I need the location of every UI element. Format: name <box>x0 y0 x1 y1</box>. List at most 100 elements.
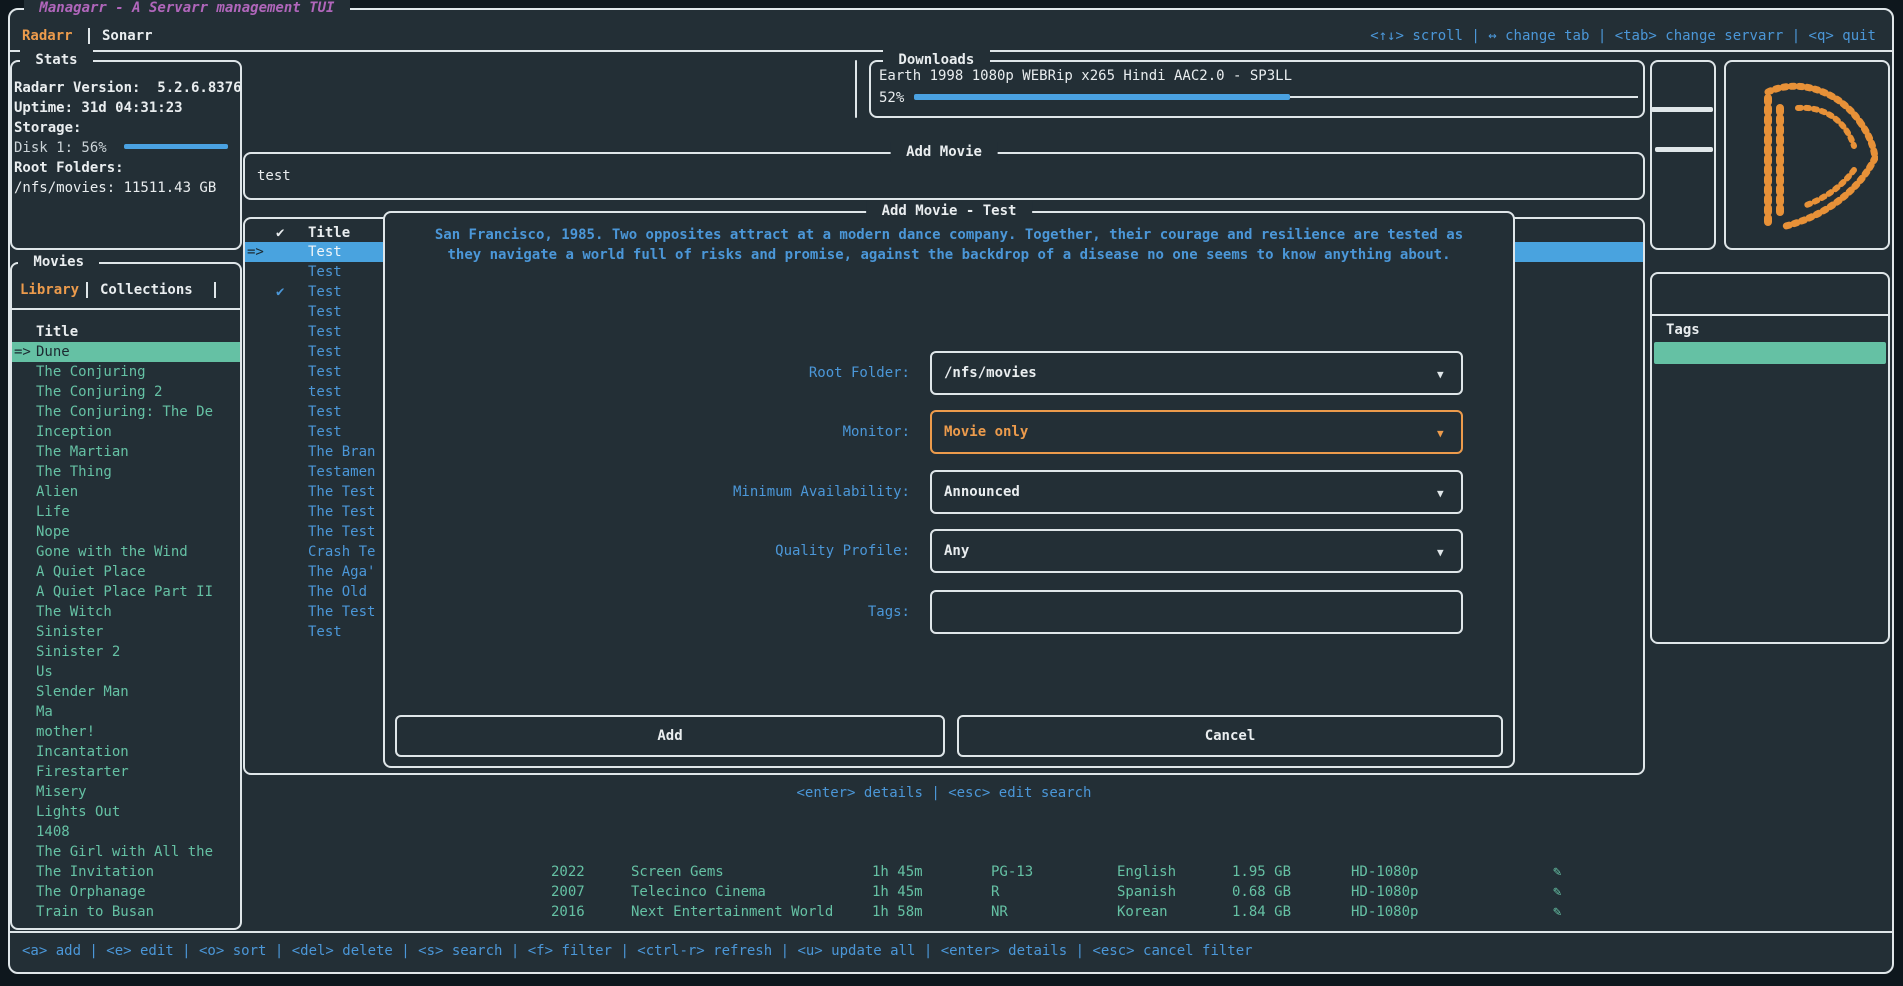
stats-version: Radarr Version: 5.2.6.8376 <box>14 78 242 98</box>
result-row[interactable]: Crash Te <box>308 542 375 562</box>
result-row[interactable]: Testamen <box>308 462 375 482</box>
field-label: Monitor: <box>560 422 910 442</box>
movie-row[interactable]: The Conjuring <box>36 362 146 382</box>
cell-year: 2007 <box>551 882 585 902</box>
movie-row[interactable]: Sinister <box>36 622 103 642</box>
stats-uptime: Uptime: 31d 04:31:23 <box>14 98 183 118</box>
movie-row[interactable]: Inception <box>36 422 112 442</box>
movie-row[interactable]: mother! <box>36 722 95 742</box>
cancel-button[interactable]: Cancel <box>957 715 1503 757</box>
result-row[interactable]: The Test <box>308 522 375 542</box>
result-row[interactable]: The Test <box>308 502 375 522</box>
movie-row[interactable]: The Witch <box>36 602 112 622</box>
movie-row[interactable]: Firestarter <box>36 762 129 782</box>
tab-separator <box>88 28 90 44</box>
movie-row-selected[interactable]: =>Dune <box>12 342 240 362</box>
result-row[interactable]: Test <box>308 302 342 322</box>
movie-row[interactable]: Us <box>36 662 53 682</box>
cell-runtime: 1h 45m <box>872 882 923 902</box>
result-row[interactable]: The Bran <box>308 442 375 462</box>
movie-row[interactable]: Lights Out <box>36 802 120 822</box>
movie-row[interactable]: Ma <box>36 702 53 722</box>
background-progress-line <box>1651 107 1713 112</box>
result-row[interactable]: Test <box>308 342 342 362</box>
footer-divider <box>10 931 1894 933</box>
cancel-button-label: Cancel <box>1205 726 1256 746</box>
field-value: Movie only <box>944 422 1028 442</box>
movie-row[interactable]: A Quiet Place Part II <box>36 582 213 602</box>
cell-studio: Telecinco Cinema <box>631 882 766 902</box>
selection-marker: => <box>247 242 264 262</box>
tab-library[interactable]: Library <box>20 280 79 300</box>
movie-row[interactable]: Train to Busan <box>36 902 154 922</box>
edit-pencil-icon[interactable]: ✎ <box>1553 882 1561 902</box>
movie-row[interactable]: Sinister 2 <box>36 642 120 662</box>
movie-row[interactable]: Slender Man <box>36 682 129 702</box>
stats-root-folders-label: Root Folders: <box>14 158 124 178</box>
side-panel-divider <box>1652 314 1888 316</box>
result-row[interactable]: The Test <box>308 482 375 502</box>
edit-pencil-icon[interactable]: ✎ <box>1553 862 1561 882</box>
movie-row[interactable]: Misery <box>36 782 87 802</box>
movies-panel-title: Movies <box>18 252 99 272</box>
movie-row[interactable]: Life <box>36 502 70 522</box>
movie-row[interactable]: 1408 <box>36 822 70 842</box>
result-row[interactable]: Test <box>308 402 342 422</box>
field-label: Root Folder: <box>560 363 910 383</box>
tags-input[interactable] <box>930 590 1463 634</box>
result-row[interactable]: The Old <box>308 582 367 602</box>
movie-row[interactable]: The Invitation <box>36 862 154 882</box>
download-progress-track <box>1290 96 1638 98</box>
download-percent: 52% <box>879 88 904 108</box>
movie-description-line1: San Francisco, 1985. Two opposites attra… <box>383 225 1515 245</box>
background-progress-line <box>1655 147 1713 152</box>
result-row[interactable]: The Aga' <box>308 562 375 582</box>
tags-selected-row[interactable] <box>1654 342 1886 364</box>
movie-row[interactable]: Incantation <box>36 742 129 762</box>
window-title: Managarr - A Servarr management TUI <box>24 0 350 18</box>
cell-certification: NR <box>991 902 1008 922</box>
movie-row[interactable]: A Quiet Place <box>36 562 146 582</box>
result-row[interactable]: test <box>308 382 342 402</box>
movie-row[interactable]: The Thing <box>36 462 112 482</box>
tab-sonarr[interactable]: Sonarr <box>102 26 153 46</box>
movie-row[interactable]: The Girl with All the <box>36 842 213 862</box>
search-keybind-hint: <enter> details | <esc> edit search <box>243 783 1645 803</box>
quality-profile-select[interactable] <box>930 529 1463 573</box>
movie-row[interactable]: Alien <box>36 482 78 502</box>
movie-title: Dune <box>36 342 70 362</box>
cell-quality: HD-1080p <box>1351 862 1418 882</box>
movie-row[interactable]: The Conjuring: The De <box>36 402 213 422</box>
logo-panel <box>1724 60 1890 250</box>
add-button[interactable]: Add <box>395 715 945 757</box>
result-row[interactable]: Test <box>308 282 342 302</box>
cell-studio: Screen Gems <box>631 862 724 882</box>
movies-column-header: Title <box>36 322 78 342</box>
result-row[interactable]: Test <box>308 262 342 282</box>
movie-row[interactable]: Gone with the Wind <box>36 542 188 562</box>
stats-panel-title: Stats <box>20 50 93 70</box>
result-row[interactable]: Test <box>308 322 342 342</box>
edit-pencil-icon[interactable]: ✎ <box>1553 902 1561 922</box>
movie-description-line2: they navigate a world full of risks and … <box>383 245 1515 265</box>
tab-collections[interactable]: Collections <box>100 280 193 300</box>
download-progress-fill <box>914 94 1290 100</box>
result-title: Test <box>308 242 342 262</box>
result-row[interactable]: Test <box>308 362 342 382</box>
movie-search-input[interactable]: test <box>257 166 291 186</box>
result-row[interactable]: The Test <box>308 602 375 622</box>
cell-runtime: 1h 45m <box>872 862 923 882</box>
movie-row[interactable]: The Martian <box>36 442 129 462</box>
movie-row[interactable]: The Orphanage <box>36 882 146 902</box>
cell-runtime: 1h 58m <box>872 902 923 922</box>
field-label: Quality Profile: <box>560 541 910 561</box>
movie-row[interactable]: The Conjuring 2 <box>36 382 162 402</box>
cell-certification: R <box>991 882 999 902</box>
cell-size: 0.68 GB <box>1232 882 1291 902</box>
tab-radarr[interactable]: Radarr <box>22 26 73 46</box>
results-column-header: Title <box>308 223 350 243</box>
result-row[interactable]: Test <box>308 622 342 642</box>
download-item-name: Earth 1998 1080p WEBRip x265 Hindi AAC2.… <box>879 66 1292 86</box>
result-row[interactable]: Test <box>308 422 342 442</box>
movie-row[interactable]: Nope <box>36 522 70 542</box>
